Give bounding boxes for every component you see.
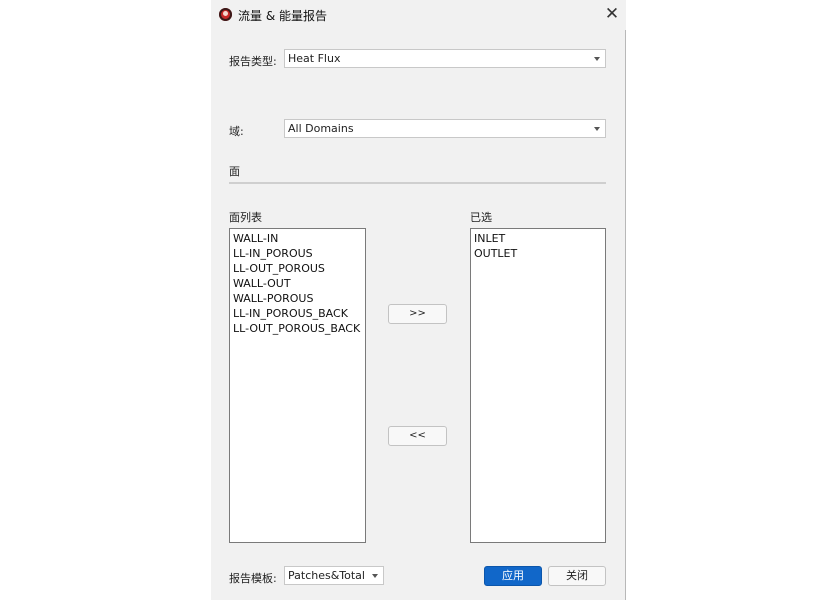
window-title: 流量 & 能量报告 (238, 9, 327, 23)
app-logo-icon (219, 8, 232, 21)
report-type-value: Heat Flux (288, 52, 341, 65)
report-template-value: Patches&Total (288, 569, 365, 582)
list-item[interactable]: INLET (474, 231, 605, 246)
report-template-select[interactable]: Patches&Total (284, 566, 384, 585)
face-list[interactable]: WALL-IN LL-IN_POROUS LL-OUT_POROUS WALL-… (229, 228, 366, 543)
list-item[interactable]: LL-IN_POROUS (233, 246, 365, 261)
list-item[interactable]: WALL-IN (233, 231, 365, 246)
section-divider (229, 182, 606, 184)
face-list-label: 面列表 (229, 211, 262, 224)
chevron-down-icon (594, 127, 600, 131)
chevron-down-icon (372, 574, 378, 578)
close-button[interactable]: 关闭 (548, 566, 606, 586)
domain-select[interactable]: All Domains (284, 119, 606, 138)
report-template-label: 报告模板: (229, 572, 277, 585)
chevron-down-icon (594, 57, 600, 61)
list-item[interactable]: WALL-OUT (233, 276, 365, 291)
report-type-select[interactable]: Heat Flux (284, 49, 606, 68)
list-item[interactable]: LL-OUT_POROUS_BACK (233, 321, 365, 336)
title-bar: 流量 & 能量报告 ✕ (211, 0, 626, 30)
list-item[interactable]: LL-OUT_POROUS (233, 261, 365, 276)
selected-list-label: 已选 (470, 211, 492, 224)
flow-energy-report-dialog: 流量 & 能量报告 ✕ 报告类型: Heat Flux 域: All Domai… (211, 0, 626, 600)
apply-button[interactable]: 应用 (484, 566, 542, 586)
face-section-label: 面 (229, 165, 240, 178)
selected-list[interactable]: INLET OUTLET (470, 228, 606, 543)
remove-selected-button[interactable]: << (388, 426, 447, 446)
domain-label: 域: (229, 125, 244, 138)
list-item[interactable]: OUTLET (474, 246, 605, 261)
list-item[interactable]: LL-IN_POROUS_BACK (233, 306, 365, 321)
list-item[interactable]: WALL-POROUS (233, 291, 365, 306)
domain-value: All Domains (288, 122, 354, 135)
report-type-label: 报告类型: (229, 55, 277, 68)
close-icon[interactable]: ✕ (603, 4, 621, 24)
add-selected-button[interactable]: >> (388, 304, 447, 324)
